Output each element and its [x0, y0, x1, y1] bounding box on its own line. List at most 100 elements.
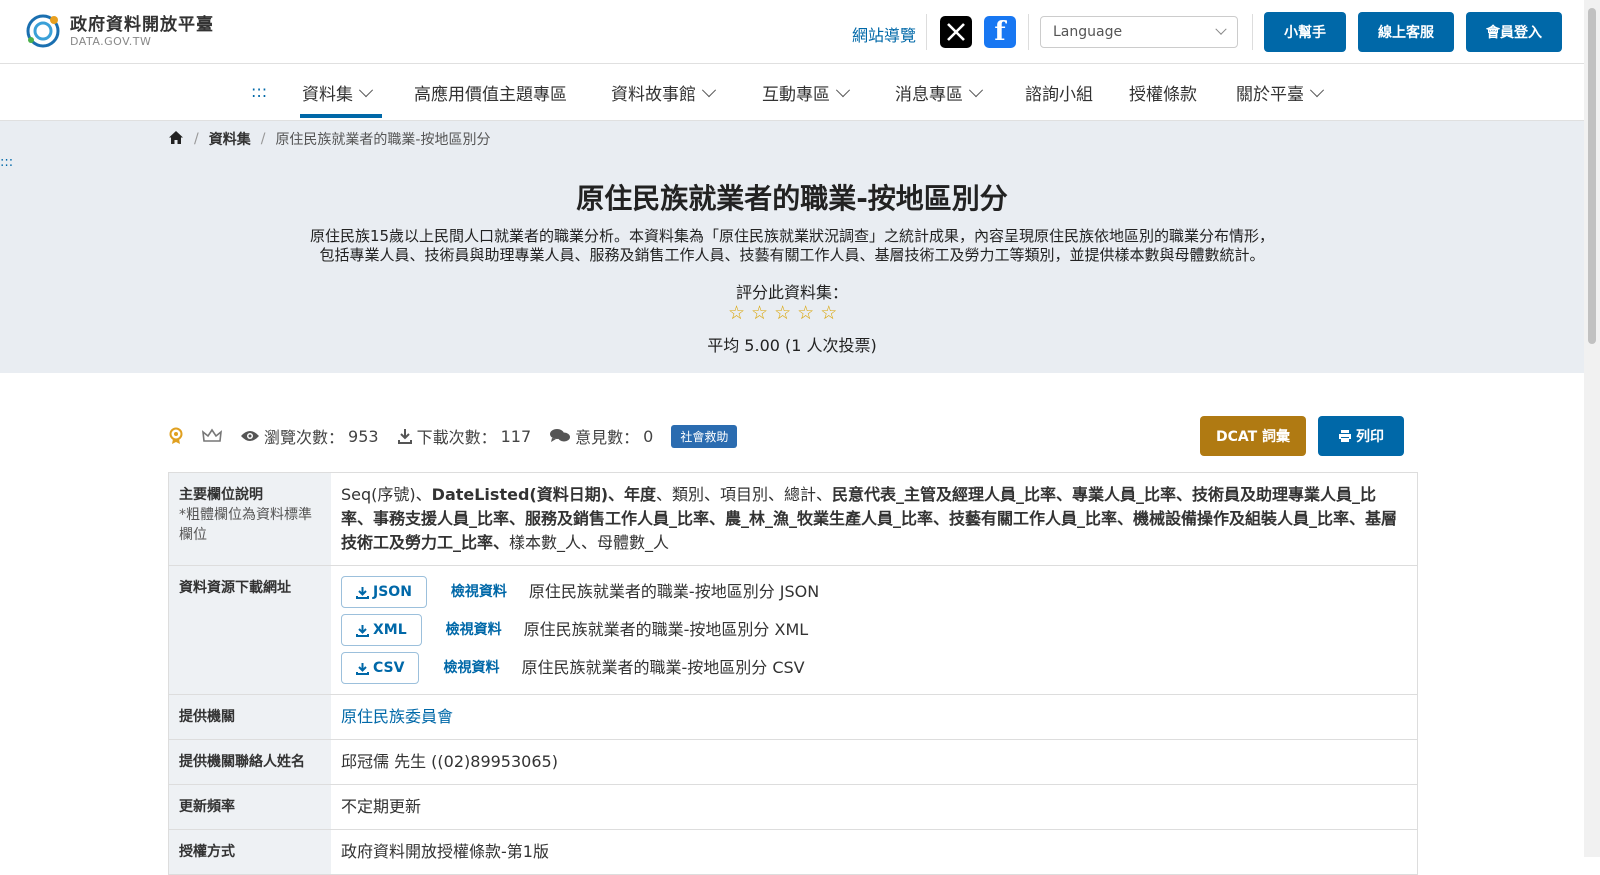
divider: [1028, 14, 1029, 50]
nav-accesskey[interactable]: :::: [251, 82, 267, 101]
download-count-value: 117: [500, 426, 532, 446]
format-label: XML: [373, 622, 407, 638]
fields-value: Seq(序號)、DateListed(資料日期)、年度、類別、項目別、總計、民意…: [331, 473, 1417, 565]
print-label: 列印: [1356, 429, 1384, 445]
nav-item-interactive[interactable]: 互動專區: [762, 80, 851, 105]
nav-item-label: 高應用價值主題專區: [414, 85, 567, 105]
page-title: 原住民族就業者的職業-按地區別分: [576, 182, 1008, 215]
main-nav: ::: 資料集 高應用價值主題專區 資料故事館 互動專區 消息專區 諮詢小組 授…: [0, 64, 1584, 121]
x-icon[interactable]: [940, 16, 972, 48]
breadcrumb-datasets[interactable]: 資料集: [209, 129, 251, 149]
row-header: 主要欄位說明 *粗體欄位為資料標準欄位: [169, 473, 331, 565]
logo-subtitle: DATA.GOV.TW: [70, 34, 152, 48]
row-header: 提供機關聯絡人姓名: [169, 740, 331, 784]
star-icon[interactable]: ☆: [728, 304, 745, 323]
nav-item-advisory[interactable]: 諮詢小組: [1025, 80, 1093, 105]
nav-item-high-value[interactable]: 高應用價值主題專區: [414, 80, 567, 105]
nav-item-license[interactable]: 授權條款: [1129, 80, 1197, 105]
site-logo[interactable]: 政府資料開放平臺 DATA.GOV.TW: [24, 12, 214, 50]
category-badge[interactable]: 社會救助: [671, 424, 738, 448]
chevron-down-icon: [1215, 23, 1227, 35]
breadcrumb-current: 原住民族就業者的職業-按地區別分: [275, 132, 491, 148]
view-data-link[interactable]: 檢視資料: [443, 656, 499, 680]
view-count: 瀏覽次數： 953: [240, 424, 379, 448]
nav-active-indicator: [300, 114, 382, 118]
table-row: 更新頻率 不定期更新: [168, 785, 1418, 830]
download-json-button[interactable]: JSON: [341, 576, 427, 608]
nav-item-datasets[interactable]: 資料集: [302, 80, 374, 105]
nav-item-stories[interactable]: 資料故事館: [611, 80, 717, 105]
chevron-down-icon: [358, 82, 374, 97]
star-icon[interactable]: ☆: [751, 304, 768, 323]
row-header: 提供機關: [169, 695, 331, 739]
home-icon[interactable]: [168, 130, 184, 149]
format-label: CSV: [373, 660, 405, 676]
facebook-icon[interactable]: f: [984, 16, 1016, 48]
resource-name: 原住民族就業者的職業-按地區別分 XML: [523, 620, 809, 639]
scrollbar-thumb[interactable]: [1588, 8, 1596, 344]
language-select[interactable]: Language: [1040, 16, 1238, 48]
nav-item-news[interactable]: 消息專區: [895, 80, 984, 105]
helper-button[interactable]: 小幫手: [1264, 12, 1346, 52]
nav-item-label: 諮詢小組: [1025, 85, 1093, 105]
frequency-value: 不定期更新: [341, 797, 422, 816]
nav-item-label: 資料集: [302, 85, 353, 105]
dcat-button[interactable]: DCAT 詞彙: [1200, 416, 1306, 456]
rating-average: 平均 5.00 (1 人次投票): [707, 336, 877, 355]
site-header: 政府資料開放平臺 DATA.GOV.TW 網站導覽 f Language 小幫手…: [0, 0, 1584, 64]
download-count-label: 下載次數：: [416, 428, 497, 447]
medal-icon: [168, 427, 184, 445]
divider: [1252, 14, 1253, 50]
row-header: 授權方式: [169, 830, 331, 874]
row-header: 更新頻率: [169, 785, 331, 829]
view-data-link[interactable]: 檢視資料: [451, 580, 507, 604]
nav-item-about[interactable]: 關於平臺: [1236, 80, 1325, 105]
fields-label: 主要欄位說明: [179, 487, 263, 503]
table-row: 主要欄位說明 *粗體欄位為資料標準欄位 Seq(序號)、DateListed(資…: [168, 473, 1418, 566]
star-icon[interactable]: ☆: [797, 304, 814, 323]
table-row: 資料資源下載網址 JSON 檢視資料 原住民族就業者的職業-按地區別分 JSON…: [168, 566, 1418, 695]
field-text: 、類別、項目別、總計、: [656, 485, 833, 504]
content-accesskey[interactable]: :::: [0, 155, 13, 170]
sitemap-link[interactable]: 網站導覽: [852, 22, 916, 46]
print-icon: [1339, 430, 1351, 442]
online-service-button[interactable]: 線上客服: [1358, 12, 1454, 52]
divider: [926, 14, 927, 50]
rating-stars[interactable]: ☆ ☆ ☆ ☆ ☆: [728, 304, 837, 323]
breadcrumb-separator: /: [260, 131, 266, 147]
logo-icon: [24, 12, 62, 50]
field-text-bold: DateListed(資料日期)、年度: [431, 485, 657, 504]
download-icon: [356, 624, 369, 637]
nav-item-label: 互動專區: [762, 85, 830, 105]
resource-item: JSON 檢視資料 原住民族就業者的職業-按地區別分 JSON: [341, 576, 1407, 608]
description-line: 包括專業人員、技術員與助理專業人員、服務及銷售工作人員、技藝有關工作人員、基層技…: [319, 246, 1265, 264]
license-value: 政府資料開放授權條款-第1版: [341, 842, 549, 861]
dataset-stats: 瀏覽次數： 953 下載次數： 117 意見數： 0 社會救助: [168, 424, 738, 448]
view-count-label: 瀏覽次數：: [264, 428, 345, 447]
chevron-down-icon: [1309, 82, 1325, 97]
resource-item: CSV 檢視資料 原住民族就業者的職業-按地區別分 CSV: [341, 652, 1407, 684]
chevron-down-icon: [701, 82, 717, 97]
dataset-description: 原住民族15歲以上民間人口就業者的職業分析。本資料集為「原住民族就業狀況調查」之…: [260, 227, 1324, 265]
star-icon[interactable]: ☆: [774, 304, 791, 323]
login-button[interactable]: 會員登入: [1466, 12, 1562, 52]
download-icon: [397, 429, 412, 444]
chevron-down-icon: [835, 82, 851, 97]
download-xml-button[interactable]: XML: [341, 614, 422, 646]
comment-count: 意見數： 0: [549, 424, 653, 448]
star-icon[interactable]: ☆: [820, 304, 837, 323]
crown-icon: [202, 428, 222, 444]
logo-title: 政府資料開放平臺: [70, 14, 214, 35]
breadcrumb-separator: /: [194, 131, 199, 147]
comment-count-label: 意見數：: [575, 428, 640, 447]
description-line: 原住民族15歲以上民間人口就業者的職業分析。本資料集為「原住民族就業狀況調查」之…: [309, 227, 1275, 245]
view-data-link[interactable]: 檢視資料: [446, 618, 502, 642]
resource-item: XML 檢視資料 原住民族就業者的職業-按地區別分 XML: [341, 614, 1407, 646]
field-text: 樣本數_人、母體數_人: [509, 533, 670, 552]
rating-label: 評分此資料集：: [735, 283, 848, 302]
agency-link[interactable]: 原住民族委員會: [341, 707, 453, 726]
download-csv-button[interactable]: CSV: [341, 652, 420, 684]
eye-icon: [241, 431, 259, 441]
print-button[interactable]: 列印: [1318, 416, 1404, 456]
nav-item-label: 授權條款: [1129, 85, 1197, 105]
